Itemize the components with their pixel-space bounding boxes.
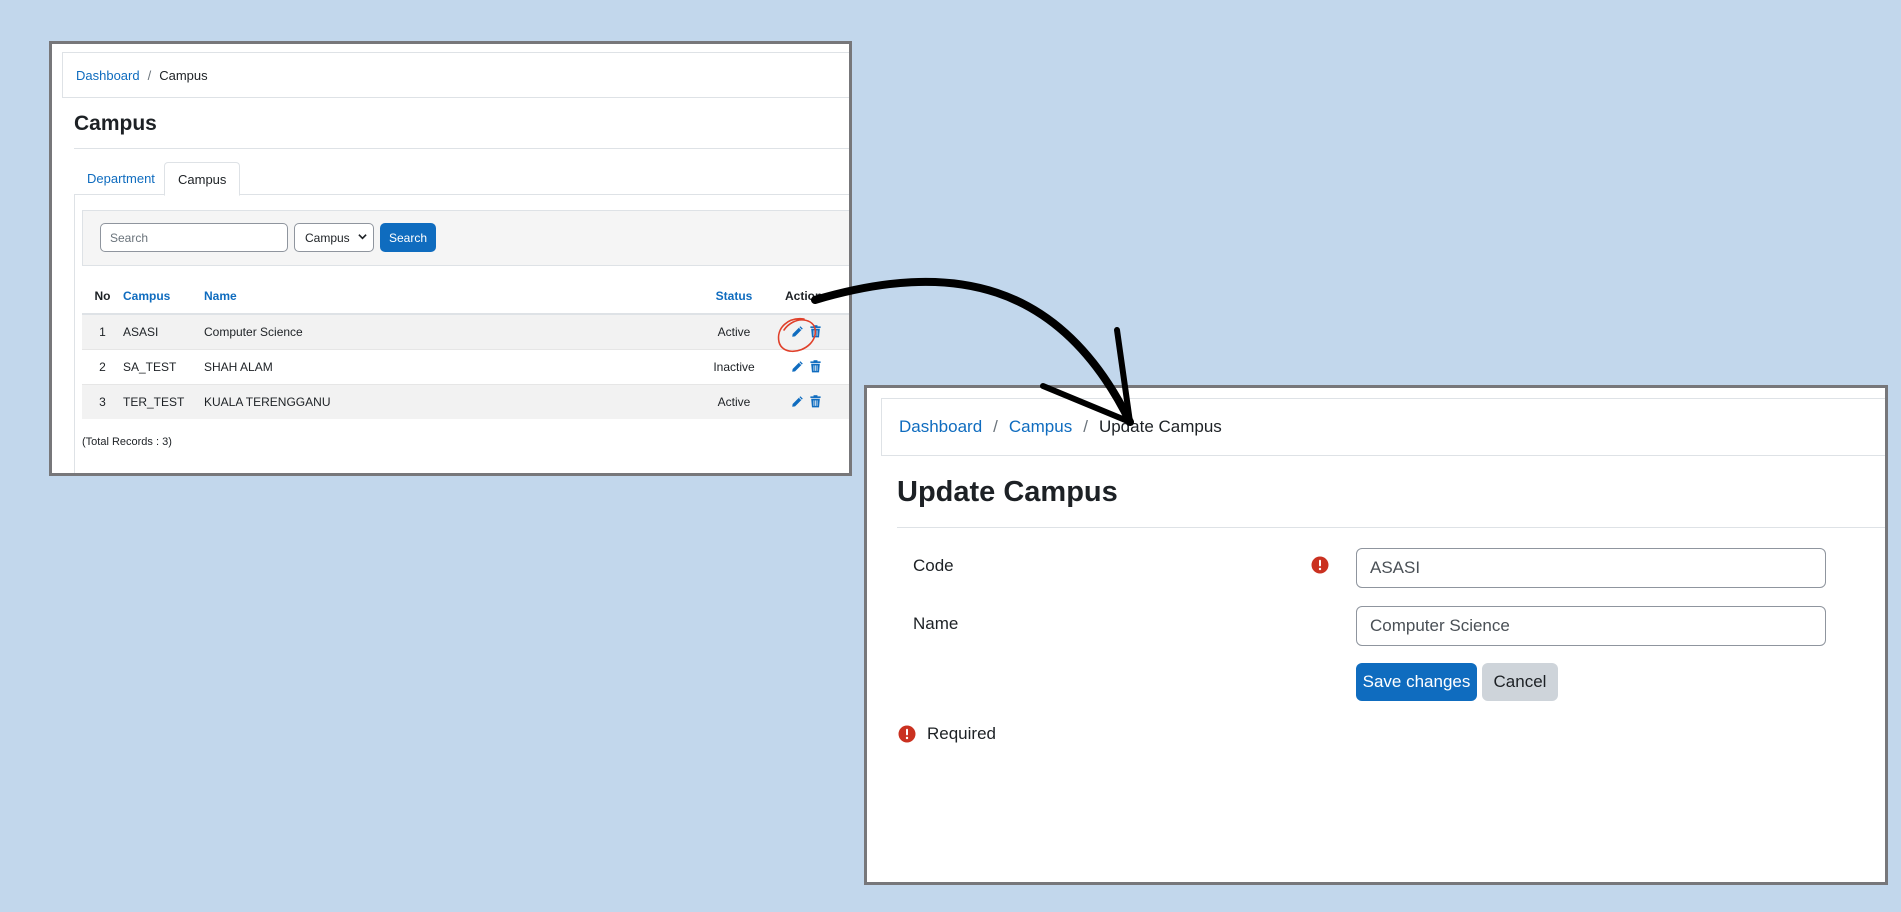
cell-name: SHAH ALAM <box>204 348 692 384</box>
table-row: 3 TER_TEST KUALA TERENGGANU Active <box>82 383 849 419</box>
trash-icon[interactable] <box>810 360 821 373</box>
total-records: (Total Records : 3) <box>82 436 172 448</box>
breadcrumb-campus-link[interactable]: Campus <box>1009 417 1072 437</box>
annotation-circle <box>777 318 817 353</box>
cell-actions <box>776 383 849 419</box>
required-note: Required <box>927 724 996 743</box>
tab-department[interactable]: Department <box>74 162 168 195</box>
table-header-row: No Campus Name Status Action <box>82 279 849 315</box>
breadcrumb-dashboard-link[interactable]: Dashboard <box>899 417 982 437</box>
breadcrumb-separator: / <box>1083 417 1088 436</box>
campus-table: No Campus Name Status Action 1 ASASI Com… <box>82 279 849 419</box>
name-field[interactable]: Computer Science <box>1356 606 1826 646</box>
cell-name: KUALA TERENGGANU <box>204 383 692 419</box>
breadcrumb: Dashboard / Campus / Update Campus <box>881 398 1885 456</box>
page-title: Campus <box>74 112 157 135</box>
column-header-action: Action <box>776 279 849 315</box>
exclamation-circle-icon <box>898 725 916 748</box>
exclamation-circle-icon <box>1311 556 1329 579</box>
pencil-icon[interactable] <box>791 360 804 373</box>
column-header-status[interactable]: Status <box>692 279 776 315</box>
breadcrumb: Dashboard / Campus <box>62 52 849 98</box>
tab-campus[interactable]: Campus <box>164 162 241 196</box>
search-input[interactable] <box>100 223 288 252</box>
cell-status: Inactive <box>692 348 776 384</box>
divider <box>897 527 1885 528</box>
page-title: Update Campus <box>897 476 1118 508</box>
column-header-no: No <box>82 279 123 315</box>
code-field[interactable]: ASASI <box>1356 548 1826 588</box>
divider <box>74 148 849 149</box>
search-button[interactable]: Search <box>380 223 436 252</box>
table-row: 1 ASASI Computer Science Active <box>82 313 849 349</box>
chevron-down-icon <box>358 232 367 243</box>
save-changes-button[interactable]: Save changes <box>1356 663 1477 701</box>
cell-no: 2 <box>82 348 123 384</box>
filter-select-value: Campus <box>305 230 350 245</box>
filter-select[interactable]: Campus <box>294 223 374 252</box>
cell-campus: SA_TEST <box>123 348 204 384</box>
search-panel: Campus Search <box>82 210 849 266</box>
breadcrumb-separator: / <box>147 67 152 83</box>
cell-campus: TER_TEST <box>123 383 204 419</box>
column-header-name[interactable]: Name <box>204 279 692 315</box>
breadcrumb-separator: / <box>993 417 998 436</box>
column-header-campus[interactable]: Campus <box>123 279 204 315</box>
campus-list-screenshot: Dashboard / Campus Campus Department Cam… <box>49 41 852 476</box>
name-label: Name <box>913 614 959 633</box>
breadcrumb-current: Update Campus <box>1098 417 1222 436</box>
trash-icon[interactable] <box>810 395 821 408</box>
pencil-icon[interactable] <box>791 395 804 408</box>
tab-bar: Department Campus <box>74 162 849 196</box>
cell-status: Active <box>692 313 776 349</box>
code-label: Code <box>913 556 954 575</box>
breadcrumb-current: Campus <box>159 67 208 83</box>
cell-status: Active <box>692 383 776 419</box>
cancel-button[interactable]: Cancel <box>1482 663 1558 701</box>
cell-campus: ASASI <box>123 313 204 349</box>
cell-no: 1 <box>82 313 123 349</box>
cell-name: Computer Science <box>204 313 692 349</box>
cell-no: 3 <box>82 383 123 419</box>
breadcrumb-dashboard-link[interactable]: Dashboard <box>76 68 140 83</box>
table-row: 2 SA_TEST SHAH ALAM Inactive <box>82 348 849 384</box>
update-campus-screenshot: Dashboard / Campus / Update Campus Updat… <box>864 385 1888 885</box>
